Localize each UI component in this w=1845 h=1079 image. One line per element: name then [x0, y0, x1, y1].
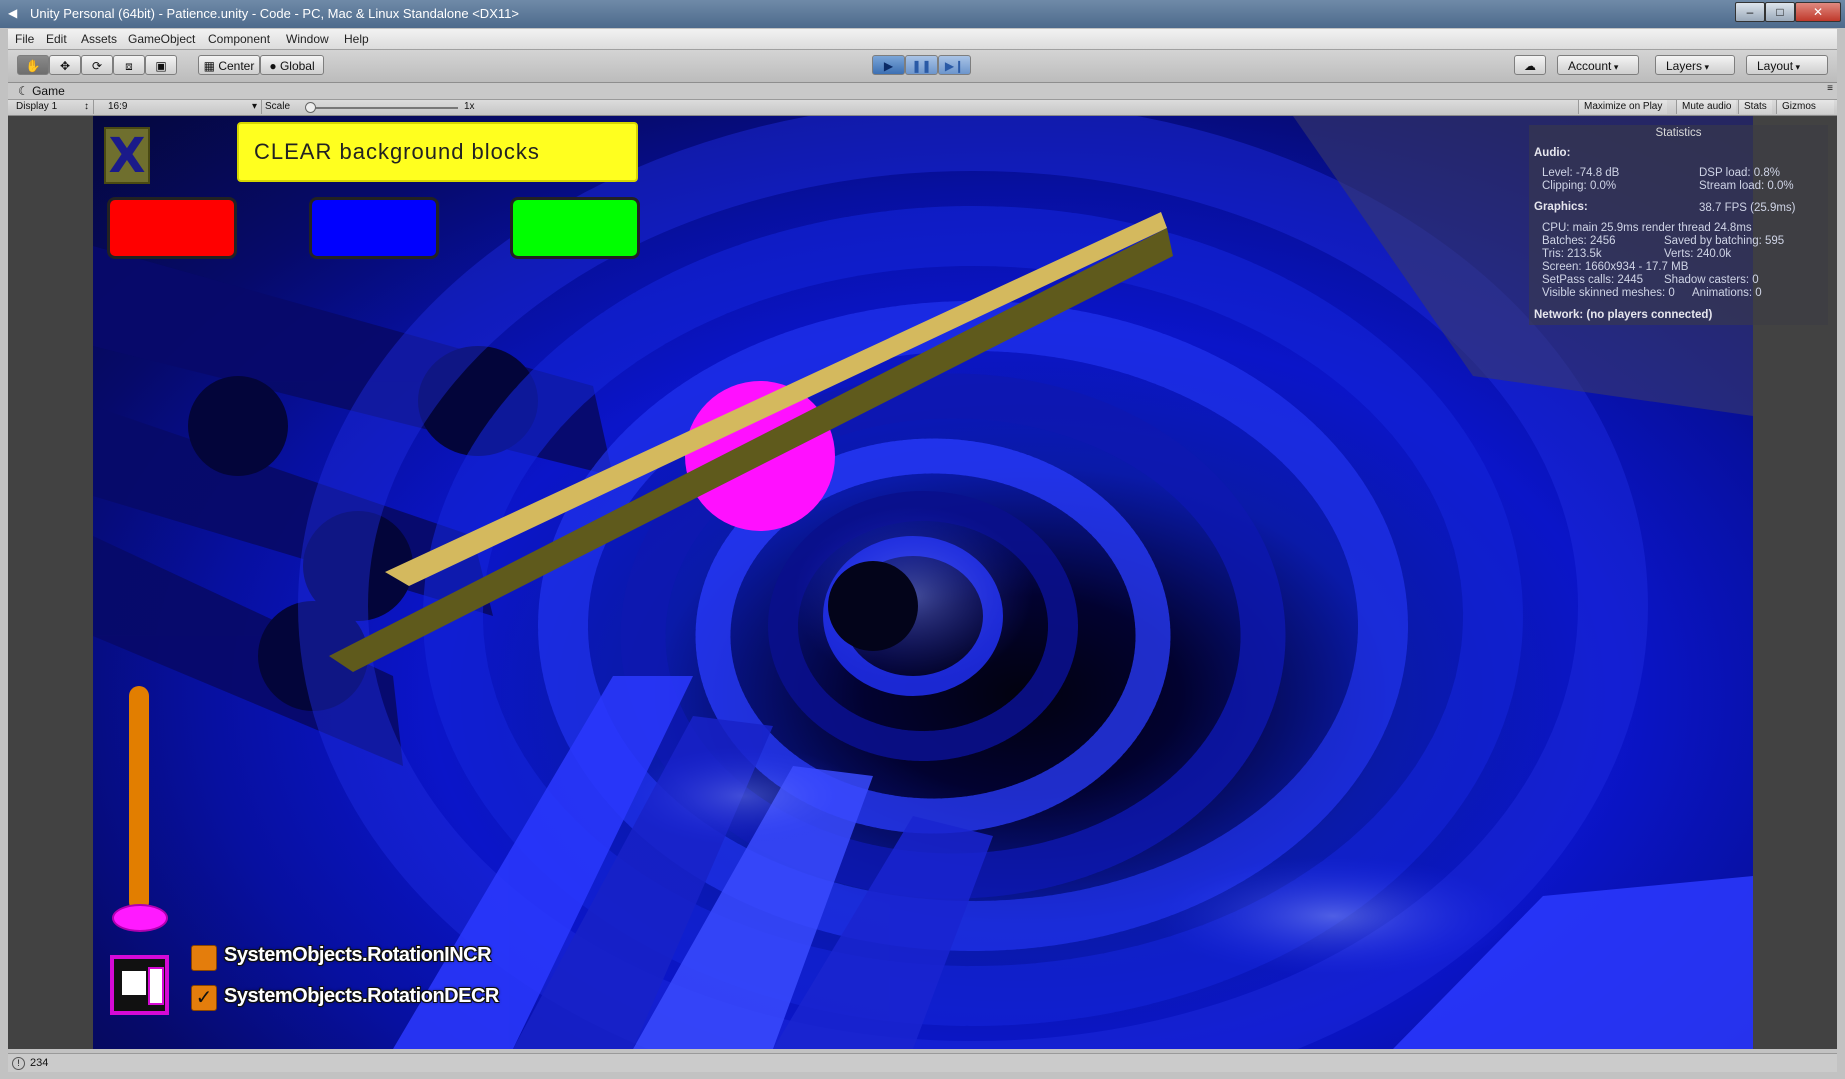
system-objects-icon[interactable]	[110, 955, 169, 1015]
menu-component[interactable]: Component	[208, 32, 270, 46]
menu-edit[interactable]: Edit	[46, 32, 67, 46]
rotation-incr-checkbox[interactable]	[191, 945, 217, 971]
rotation-incr-label: SystemObjects.RotationINCR	[224, 944, 492, 966]
menu-assets[interactable]: Assets	[81, 32, 117, 46]
skinned-meshes-stat: Visible skinned meshes: 0	[1542, 287, 1675, 299]
status-bar: ! 234	[8, 1053, 1837, 1072]
game-view-toolbar: Display 1 ↕ 16:9 ▾ Scale 1x Maximize on Pl…	[8, 100, 1837, 116]
layers-dropdown[interactable]: Layers	[1655, 55, 1735, 75]
scale-value: 1x	[464, 101, 475, 112]
game-tab-header: ☾ Game ≡	[8, 83, 1837, 100]
rect-tool-icon[interactable]: ▣	[145, 55, 177, 75]
window-title-bar: ◀ Unity Personal (64bit) - Patience.unit…	[0, 0, 1845, 28]
red-color-button[interactable]	[107, 197, 237, 259]
statistics-title: Statistics	[1655, 127, 1702, 139]
menu-window[interactable]: Window	[286, 32, 329, 46]
vertical-slider-handle[interactable]	[112, 904, 168, 932]
layout-label: Layout	[1757, 59, 1794, 73]
unity-logo-icon: ◀	[8, 6, 18, 20]
tab-game-label: Game	[32, 84, 65, 98]
maximize-on-play-toggle[interactable]: Maximize on Play	[1578, 100, 1668, 114]
scale-slider-track[interactable]	[308, 107, 458, 109]
rotate-tool-icon[interactable]: ⟳	[81, 55, 113, 75]
menu-file[interactable]: File	[15, 32, 34, 46]
scale-slider-handle[interactable]	[305, 102, 316, 113]
dsp-load: DSP load: 0.8%	[1699, 167, 1780, 179]
saved-batching-stat: Saved by batching: 595	[1664, 235, 1785, 247]
tris-stat: Tris: 213.5k	[1542, 248, 1602, 260]
screen-stat: Screen: 1660x934 - 17.7 MB	[1542, 261, 1689, 273]
rotation-decr-label: SystemObjects.RotationDECR	[224, 985, 499, 1007]
move-tool-icon[interactable]: ✥	[49, 55, 81, 75]
audio-header: Audio:	[1534, 147, 1571, 159]
step-button[interactable]: ▶❙	[938, 55, 971, 75]
display-label: Display 1	[16, 101, 58, 112]
fps-value: 38.7 FPS (25.9ms)	[1699, 202, 1796, 214]
window-title: Unity Personal (64bit) - Patience.unity …	[30, 6, 519, 21]
statistics-panel: Statistics Audio: Level: -74.8 dB DSP lo…	[1529, 125, 1828, 325]
blue-color-button[interactable]	[309, 197, 439, 259]
network-stat: Network: (no players connected)	[1534, 309, 1713, 321]
status-text: 234	[30, 1057, 49, 1069]
pause-button[interactable]: ❚❚	[905, 55, 938, 75]
maximize-button[interactable]: □	[1765, 2, 1795, 22]
account-dropdown[interactable]: Account	[1557, 55, 1639, 75]
animations-stat: Animations: 0	[1692, 287, 1762, 299]
aspect-select[interactable]: 16:9 ▾	[102, 100, 262, 114]
scale-label: Scale	[265, 101, 291, 112]
space-global-button[interactable]: ● Global	[260, 55, 324, 75]
display-arrow-icon: ↕	[84, 101, 89, 112]
space-label: Global	[279, 59, 315, 73]
verts-stat: Verts: 240.0k	[1664, 248, 1732, 260]
menu-bar: File Edit Assets GameObject Component Wi…	[8, 29, 1837, 50]
scale-tool-icon[interactable]: ⧈	[113, 55, 145, 75]
vertical-slider-track[interactable]	[129, 686, 149, 912]
close-game-button[interactable]: X	[104, 127, 150, 184]
aspect-arrow-icon: ▾	[251, 101, 257, 112]
green-color-button[interactable]	[510, 197, 640, 259]
stream-load: Stream load: 0.0%	[1699, 180, 1794, 192]
system-icon-bar	[148, 967, 164, 1005]
audio-level: Level: -74.8 dB	[1542, 167, 1620, 179]
pivot-center-button[interactable]: ▦ Center	[198, 55, 260, 75]
main-toolbar: ✋ ✥ ⟳ ⧈ ▣ ▦ Center ● Global ▶ ❚❚ ▶❙ ☁ Ac…	[8, 50, 1837, 83]
tab-menu-icon[interactable]: ≡	[1827, 83, 1833, 94]
aspect-label: 16:9	[108, 101, 128, 112]
audio-clipping: Clipping: 0.0%	[1542, 180, 1617, 192]
play-button[interactable]: ▶	[872, 55, 905, 75]
pivot-label: Center	[218, 59, 255, 73]
stats-toggle[interactable]: Stats	[1738, 100, 1772, 114]
account-label: Account	[1568, 59, 1612, 73]
menu-gameobject[interactable]: GameObject	[128, 32, 195, 46]
gizmos-dropdown[interactable]: Gizmos	[1776, 100, 1834, 114]
setpass-stat: SetPass calls: 2445	[1542, 274, 1644, 286]
shadow-casters-stat: Shadow casters: 0	[1664, 274, 1759, 286]
clear-background-blocks-button[interactable]: CLEAR background blocks	[237, 122, 638, 182]
close-button[interactable]: ✕	[1795, 2, 1841, 22]
hand-tool-icon[interactable]: ✋	[17, 55, 49, 75]
layout-dropdown[interactable]: Layout	[1746, 55, 1828, 75]
display-select[interactable]: Display 1 ↕	[10, 100, 94, 114]
batches-stat: Batches: 2456	[1542, 235, 1616, 247]
graphics-header: Graphics:	[1534, 201, 1588, 213]
info-icon[interactable]: !	[12, 1057, 25, 1070]
system-icon-square	[122, 971, 146, 995]
mute-audio-toggle[interactable]: Mute audio	[1676, 100, 1737, 114]
tab-game[interactable]: ☾ Game	[18, 84, 65, 98]
menu-help[interactable]: Help	[344, 32, 369, 46]
minimize-button[interactable]: –	[1735, 2, 1765, 22]
layers-label: Layers	[1666, 59, 1703, 73]
cloud-icon[interactable]: ☁	[1514, 55, 1546, 75]
rotation-decr-checkbox[interactable]: ✓	[191, 985, 217, 1011]
cpu-stat: CPU: main 25.9ms render thread 24.8ms	[1542, 222, 1752, 234]
